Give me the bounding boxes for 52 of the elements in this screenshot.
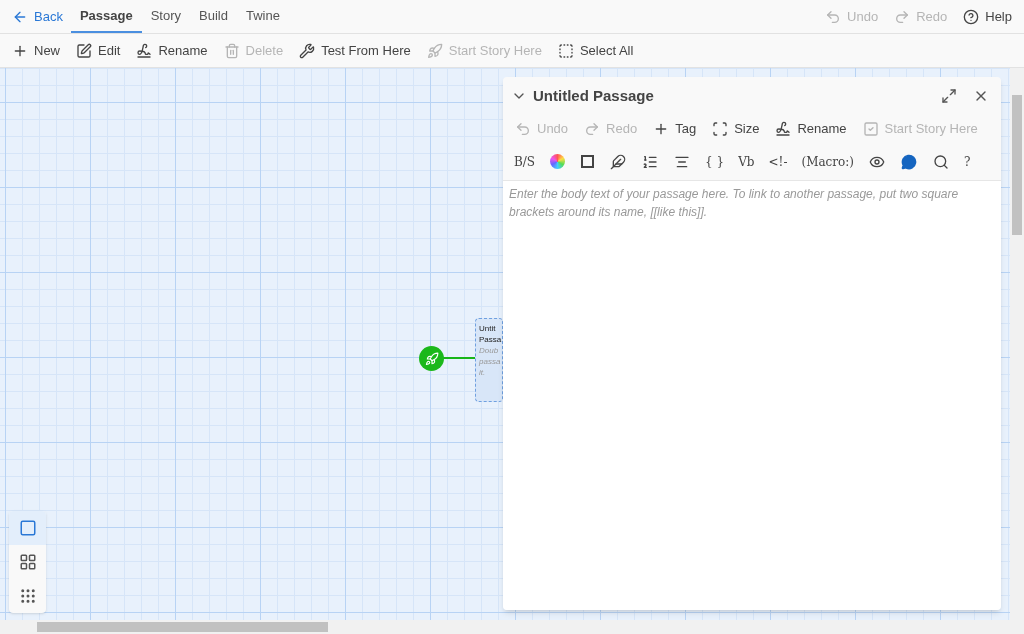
signature-icon [775, 121, 792, 137]
dashed-square-icon [557, 42, 574, 59]
border-icon [581, 155, 595, 168]
passage-card[interactable]: Untit Passa Doub passa it. [475, 318, 503, 402]
tab[interactable]: Story [141, 0, 190, 33]
toolbar-button[interactable]: Size [704, 115, 768, 143]
toolbar-button[interactable]: New [4, 36, 68, 65]
format-button[interactable]: <!- [761, 147, 795, 176]
toolbar-button[interactable]: Help [955, 2, 1020, 31]
redo-icon [894, 8, 911, 25]
dialog-title: Untitled Passage [533, 85, 655, 106]
redo-icon [584, 121, 601, 137]
search-icon [933, 153, 949, 170]
zoom-button[interactable] [9, 511, 46, 545]
toolbar-button[interactable]: Rename [767, 115, 855, 143]
tab[interactable]: Build [190, 0, 237, 33]
format-button[interactable]: B/S [507, 147, 543, 176]
toolbar-button[interactable]: Tag [645, 115, 705, 143]
back-button[interactable]: Back [4, 0, 71, 33]
wrench-icon [299, 42, 316, 59]
comment-icon [901, 153, 917, 170]
format-button[interactable]: (Macro:) [794, 147, 861, 176]
edit-icon [76, 42, 92, 59]
toolbar-button[interactable]: Select All [549, 36, 642, 65]
passage-text-field[interactable]: Enter the body text of your passage here. To link to another passage, put two square brackets around its name, [[like this]]. [503, 181, 1001, 610]
numbered-list-icon [642, 153, 659, 170]
grid-icon [18, 553, 37, 571]
toolbar-button[interactable]: Rename [128, 36, 216, 65]
resize-icon [712, 121, 729, 137]
format-button[interactable]: Vb [731, 147, 762, 176]
maximize-icon[interactable] [941, 88, 957, 104]
feather-icon [610, 153, 627, 170]
tab[interactable]: Twine [236, 0, 289, 33]
undo-icon [515, 121, 531, 137]
format-button[interactable]: { } [698, 147, 732, 176]
color-wheel-icon [550, 154, 566, 169]
signature-icon [136, 42, 153, 59]
undo-icon [825, 8, 842, 25]
square-icon [18, 519, 37, 537]
help-icon [963, 8, 980, 25]
horizontal-scrollbar[interactable] [0, 620, 1024, 634]
toolbar-button[interactable]: Test From Here [291, 36, 419, 65]
trash-icon [223, 42, 240, 59]
vertical-scrollbar[interactable] [1010, 68, 1024, 620]
passage-title: Untit Passa [479, 323, 503, 345]
rocket-icon [424, 351, 439, 366]
passage-excerpt: Doub passa it. [479, 345, 502, 378]
format-button[interactable]: ? [957, 147, 978, 176]
toolbar-button[interactable]: Edit [68, 36, 129, 65]
rocket-icon [426, 42, 443, 59]
dots-grid-icon [18, 587, 37, 605]
checkbox-icon [862, 121, 879, 137]
